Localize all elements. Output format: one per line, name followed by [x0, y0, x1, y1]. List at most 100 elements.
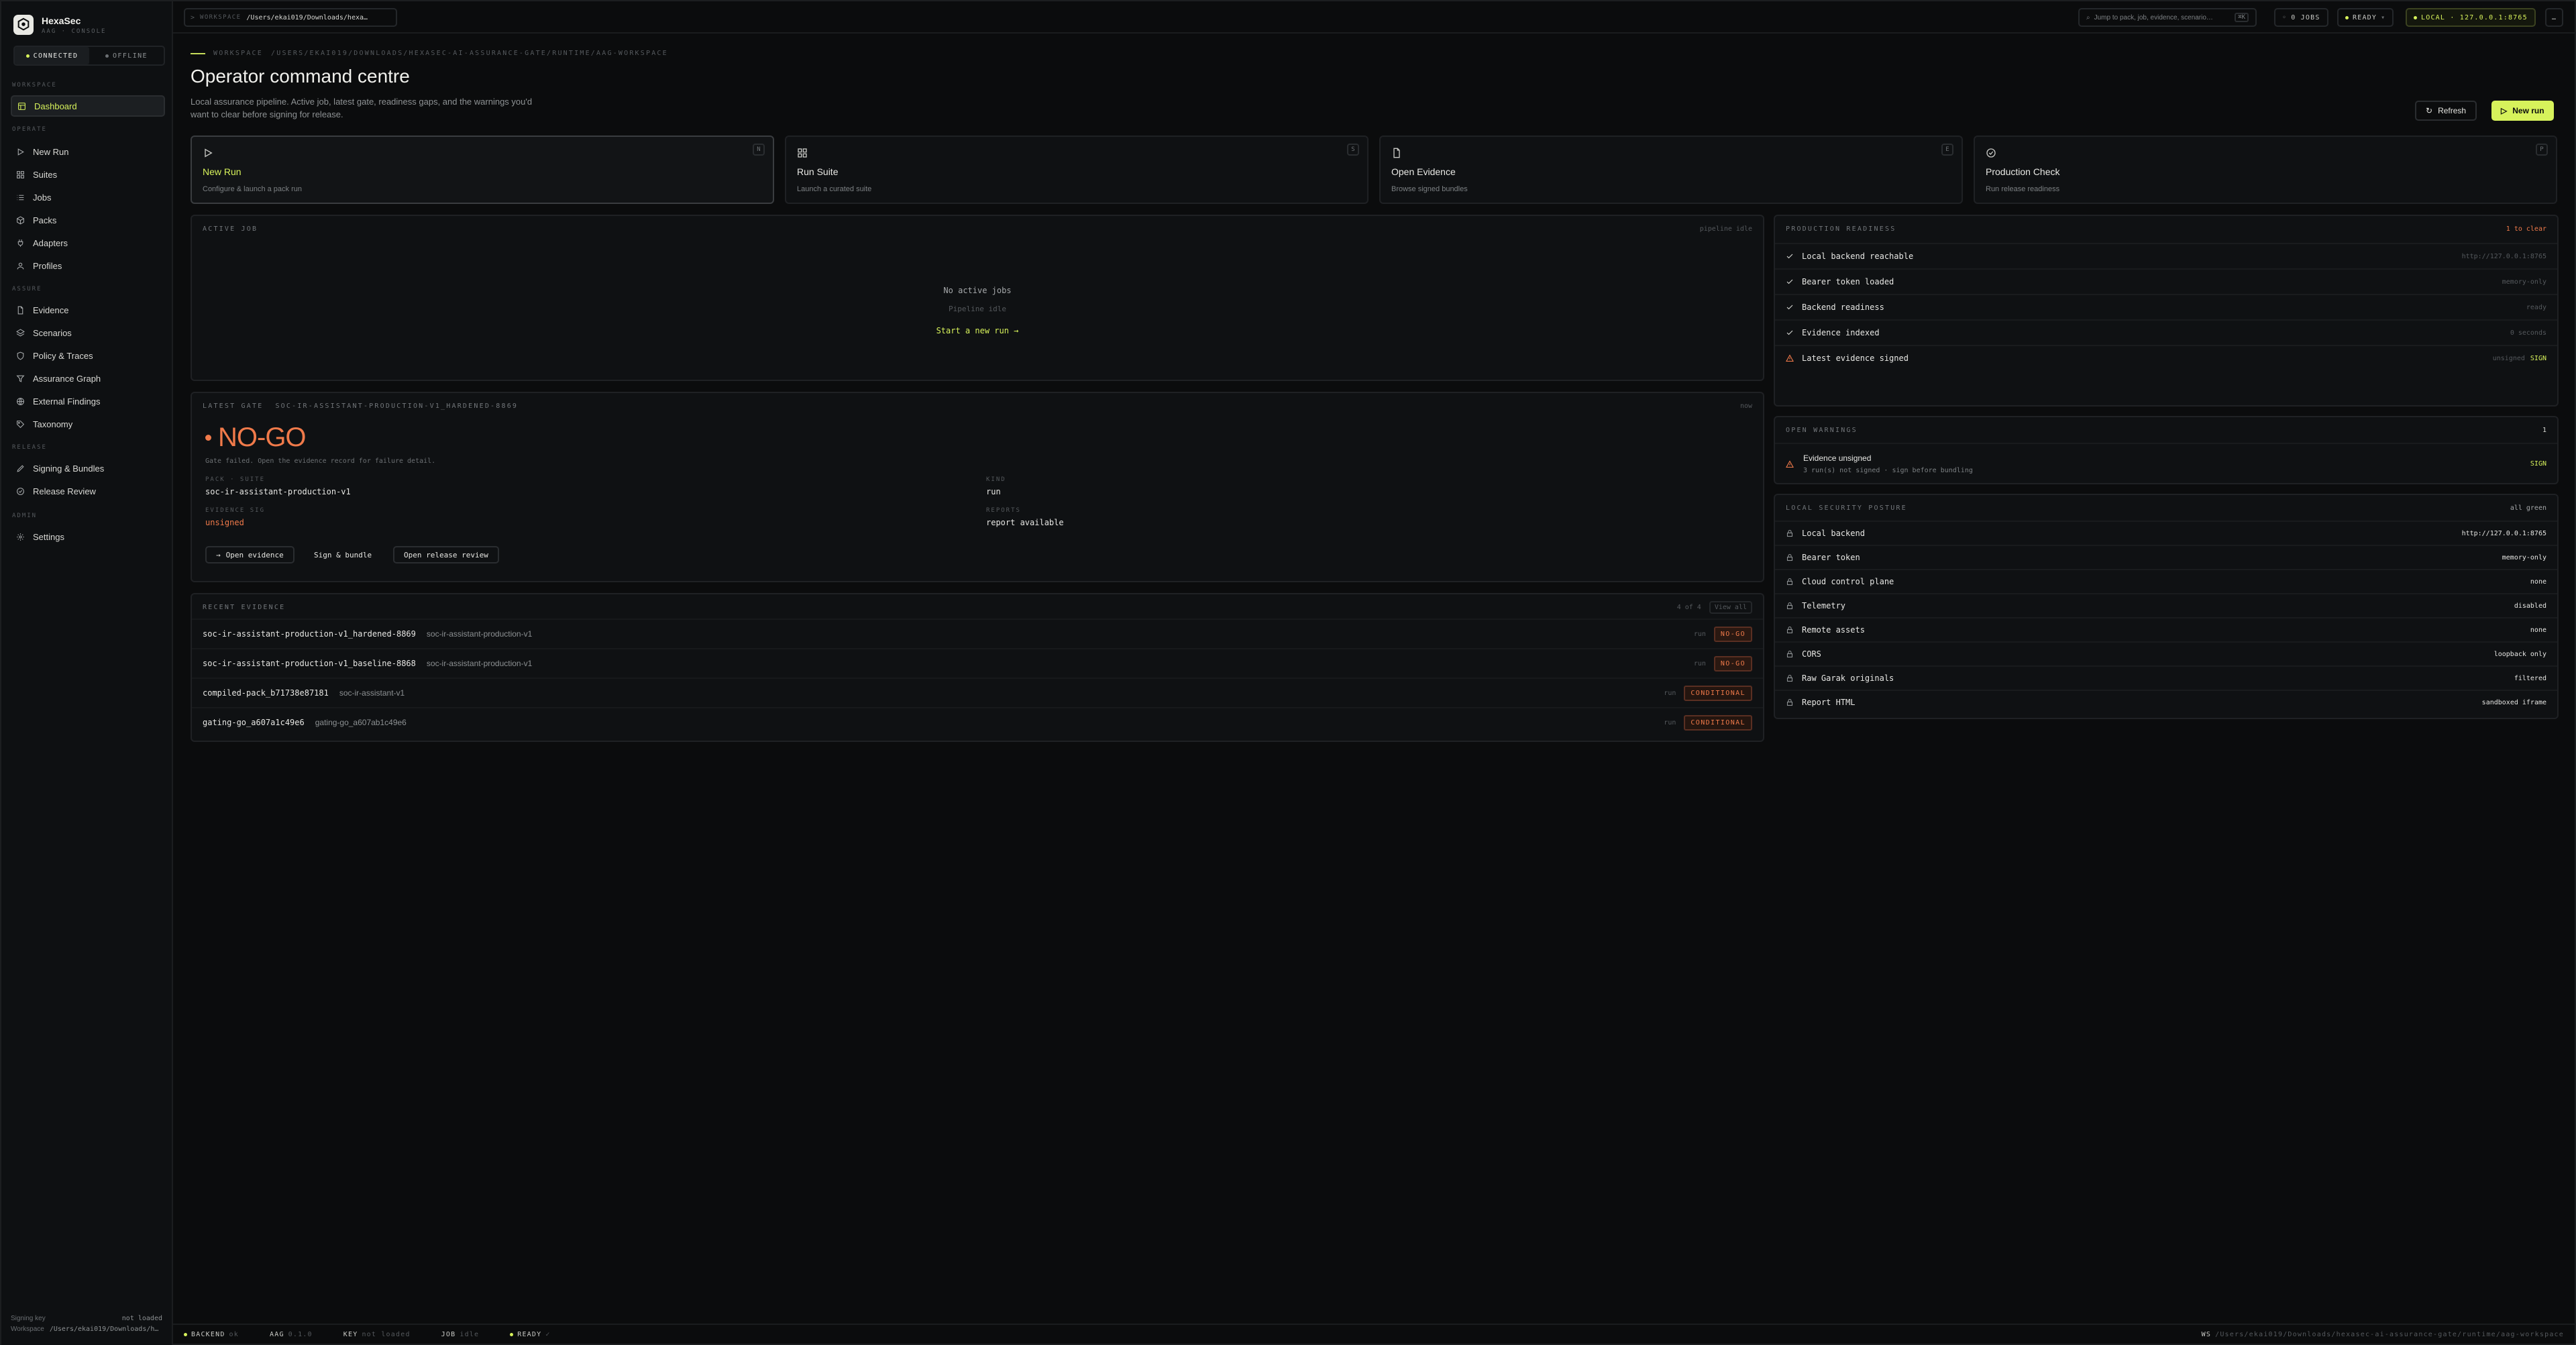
sidebar-item-policy-traces[interactable]: Policy & Traces	[11, 345, 165, 366]
tag-icon	[17, 420, 25, 428]
sidebar-item-adapters[interactable]: Adapters	[11, 232, 165, 254]
status-job: JOB idle	[441, 1330, 480, 1338]
sidebar-item-suites[interactable]: Suites	[11, 164, 165, 185]
quick-action-new-run[interactable]: New Run Configure & launch a pack run N	[191, 136, 774, 204]
gear-icon	[17, 533, 24, 541]
search-icon: ⌕	[2086, 13, 2090, 21]
active-job-panel: ACTIVE JOB pipeline idle No active jobs …	[191, 215, 1764, 381]
open-evidence-button[interactable]: → Open evidence	[205, 546, 294, 563]
quick-action-run-suite[interactable]: Run Suite Launch a curated suite S	[785, 136, 1368, 204]
refresh-button[interactable]: ↻ Refresh	[2415, 101, 2477, 121]
refresh-icon: ↻	[2426, 106, 2433, 115]
table-row[interactable]: gating-go_a607a1c49e6 gating-go_a607ab1c4…	[192, 707, 1763, 737]
sidebar-item-evidence[interactable]: Evidence	[11, 299, 165, 321]
kind-label: KIND	[986, 476, 1006, 483]
jobs-chip[interactable]: ◦ 0 JOBS	[2274, 8, 2328, 27]
status-bar: BACKEND ok AAG 0.1.0 KEY not loaded JOB idle…	[173, 1324, 2575, 1344]
sign-link[interactable]: SIGN	[2530, 460, 2546, 468]
shield-icon	[17, 352, 24, 360]
accent-bar	[191, 52, 205, 54]
local-backend-chip[interactable]: LOCAL · 127.0.0.1:8765	[2406, 8, 2536, 27]
table-row[interactable]: soc-ir-assistant-production-v1_hardened-…	[192, 618, 1763, 648]
panel-title: OPEN WARNINGS	[1786, 427, 1858, 434]
verdict-dot-icon	[205, 435, 211, 441]
warning-item[interactable]: Evidence unsigned 3 run(s) not signed · …	[1775, 443, 2557, 484]
more-menu-button[interactable]: …	[2545, 8, 2564, 27]
sidebar-item-assurance-graph[interactable]: Assurance Graph	[11, 368, 165, 389]
sidebar-item-release-review[interactable]: Release Review	[11, 480, 165, 502]
connected-toggle[interactable]: CONNECTED	[15, 47, 89, 64]
sidebar-item-settings[interactable]: Settings	[11, 526, 165, 547]
hexasec-logo-icon	[13, 15, 34, 35]
check-icon	[1786, 305, 1793, 310]
chevron-down-icon: ▾	[2381, 13, 2386, 21]
latest-gate-header: LATEST GATE SOC-IR-ASSISTANT-PRODUCTION-…	[203, 402, 519, 410]
status-badge: NO-GO	[1713, 626, 1752, 642]
connection-toggle: CONNECTED OFFLINE	[13, 46, 165, 66]
sidebar-item-profiles[interactable]: Profiles	[11, 255, 165, 276]
table-row[interactable]: soc-ir-assistant-production-v1_baseline-…	[192, 648, 1763, 678]
warnings-count: 1	[2542, 427, 2546, 434]
lock-icon	[1786, 578, 1793, 586]
workspace-picker[interactable]: > WORKSPACE /Users/ekai019/Downloads/hex…	[184, 8, 397, 27]
dashboard-icon	[18, 102, 25, 110]
evidence-controls: 4 of 4 View all	[1677, 601, 1752, 614]
view-all-button[interactable]: View all	[1709, 601, 1752, 614]
ready-dot-icon	[2345, 15, 2349, 19]
sidebar-section-release: RELEASE	[12, 444, 47, 451]
brand-subtitle: AAG · CONSOLE	[42, 28, 107, 35]
sidebar-item-new-run[interactable]: New Run	[11, 141, 165, 162]
file-icon	[1393, 148, 1400, 158]
posture-summary: all green	[2510, 504, 2546, 512]
table-row[interactable]: compiled-pack_b71738e87181 soc-ir-assista…	[192, 678, 1763, 707]
sidebar-item-jobs[interactable]: Jobs	[11, 186, 165, 208]
sidebar-item-scenarios[interactable]: Scenarios	[11, 322, 165, 343]
status-workspace[interactable]: WS/Users/ekai019/Downloads/hexasec-ai-as…	[2202, 1331, 2564, 1338]
breadcrumb-path[interactable]: /USERS/EKAI019/DOWNLOADS/HEXASEC-AI-ASSU…	[271, 50, 668, 57]
grid-icon	[798, 148, 807, 158]
evidence-sig-value: unsigned	[205, 518, 244, 527]
brand-title: HexaSec	[42, 15, 81, 26]
sidebar-item-external-findings[interactable]: External Findings	[11, 390, 165, 412]
check-circle-icon	[1986, 148, 1996, 158]
sidebar-item-taxonomy[interactable]: Taxonomy	[11, 413, 165, 435]
lock-icon	[1786, 602, 1793, 610]
page-title: Operator command centre	[191, 66, 410, 87]
pen-icon	[17, 464, 24, 472]
status-badge: CONDITIONAL	[1684, 714, 1752, 731]
gate-age: now	[1739, 402, 1752, 410]
sidebar-section-admin: ADMIN	[12, 513, 38, 519]
search-input[interactable]: ⌕ Jump to pack, job, evidence, scenario……	[2078, 8, 2257, 27]
start-new-run-link[interactable]: Start a new run →	[192, 326, 1763, 335]
panel-title: LOCAL SECURITY POSTURE	[1786, 504, 1907, 512]
status-backend: BACKEND ok	[184, 1331, 239, 1338]
open-release-review-button[interactable]: Open release review	[393, 546, 499, 563]
list-icon	[17, 195, 24, 200]
new-run-button[interactable]: ▷ New run	[2491, 101, 2554, 121]
sign-bundle-button[interactable]: Sign & bundle	[305, 546, 381, 563]
panel-title: ACTIVE JOB	[203, 225, 258, 233]
main-content: WORKSPACE /USERS/EKAI019/DOWNLOADS/HEXAS…	[173, 34, 2575, 1324]
quick-action-open-evidence[interactable]: Open Evidence Browse signed bundles E	[1379, 136, 1963, 204]
pack-label: PACK · SUITE	[205, 476, 266, 483]
readiness-row: Local backend reachable http://127.0.0.1:…	[1775, 243, 2557, 268]
play-icon	[205, 148, 213, 158]
brand[interactable]: HexaSec AAG · CONSOLE	[13, 8, 106, 42]
quick-action-production-check[interactable]: Production Check Run release readiness P	[1974, 136, 2557, 204]
status-ready: READY ✓	[510, 1331, 550, 1338]
pulse-icon: ◦	[2282, 13, 2288, 21]
sidebar-item-dashboard[interactable]: Dashboard	[11, 95, 165, 117]
sidebar-section-assure: ASSURE	[12, 286, 42, 292]
sign-link[interactable]: SIGN	[2530, 355, 2546, 362]
offline-toggle[interactable]: OFFLINE	[89, 47, 164, 64]
status-badge: NO-GO	[1713, 655, 1752, 671]
sidebar-item-packs[interactable]: Packs	[11, 209, 165, 231]
lock-icon	[1786, 674, 1793, 682]
ready-chip[interactable]: READY ▾	[2337, 8, 2394, 27]
readiness-row: Bearer token loaded memory-only	[1775, 268, 2557, 294]
offline-dot-icon	[105, 54, 109, 58]
posture-row: Report HTML sandboxed iframe	[1775, 690, 2557, 714]
sidebar-item-signing-bundles[interactable]: Signing & Bundles	[11, 458, 165, 479]
plug-icon	[17, 239, 23, 247]
box-icon	[17, 215, 24, 225]
